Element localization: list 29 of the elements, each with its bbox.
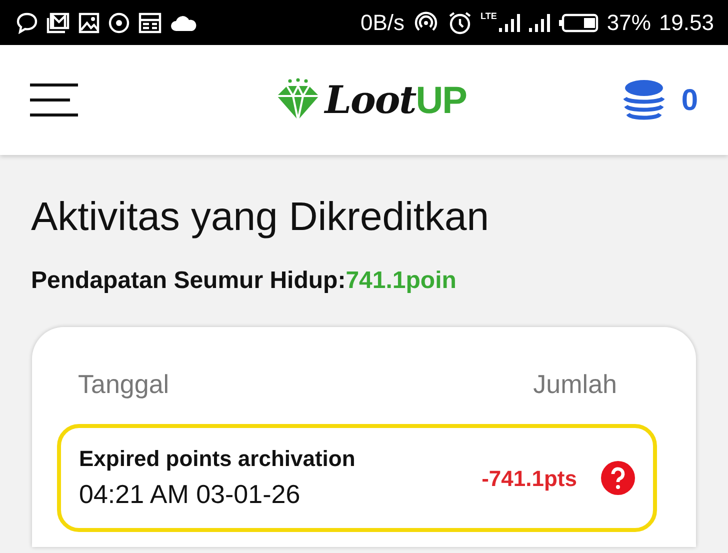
activity-row[interactable]: Expired points archivation 04:21 AM 03-01-26 -741.1pts [57, 424, 657, 532]
menu-icon[interactable] [30, 83, 78, 117]
activity-amount: -741.1pts [482, 464, 577, 493]
chat-icon [16, 12, 38, 34]
image-icon [78, 12, 100, 34]
cloud-icon [170, 14, 198, 32]
coin-balance: 0 [681, 82, 698, 118]
signal-icon [528, 12, 551, 34]
logo-text: LootUP [324, 76, 467, 124]
help-icon[interactable] [601, 461, 635, 495]
alarm-icon [446, 10, 473, 36]
diamond-icon [274, 78, 321, 122]
battery-percent: 37% [606, 9, 651, 37]
clock-time: 19.53 [658, 9, 714, 37]
signal-icon [498, 12, 521, 34]
coins-icon [623, 79, 666, 121]
battery-icon [558, 12, 599, 32]
lifetime-label: Pendapatan Seumur Hidup: [31, 266, 346, 296]
target-icon [108, 12, 130, 34]
network-type: LTE [480, 12, 497, 20]
calendar-icon [138, 12, 162, 34]
activity-title: Expired points archivation [79, 445, 356, 473]
activity-datetime: 04:21 AM 03-01-26 [79, 478, 302, 511]
mail-icon [46, 12, 70, 34]
column-header: Jumlah [533, 368, 617, 401]
page-title: Aktivitas yang Dikreditkan [31, 194, 490, 241]
lifetime-value: 741.1poin [346, 266, 456, 296]
network-speed: 0B/s [360, 9, 405, 37]
column-header: Tanggal [78, 368, 170, 401]
